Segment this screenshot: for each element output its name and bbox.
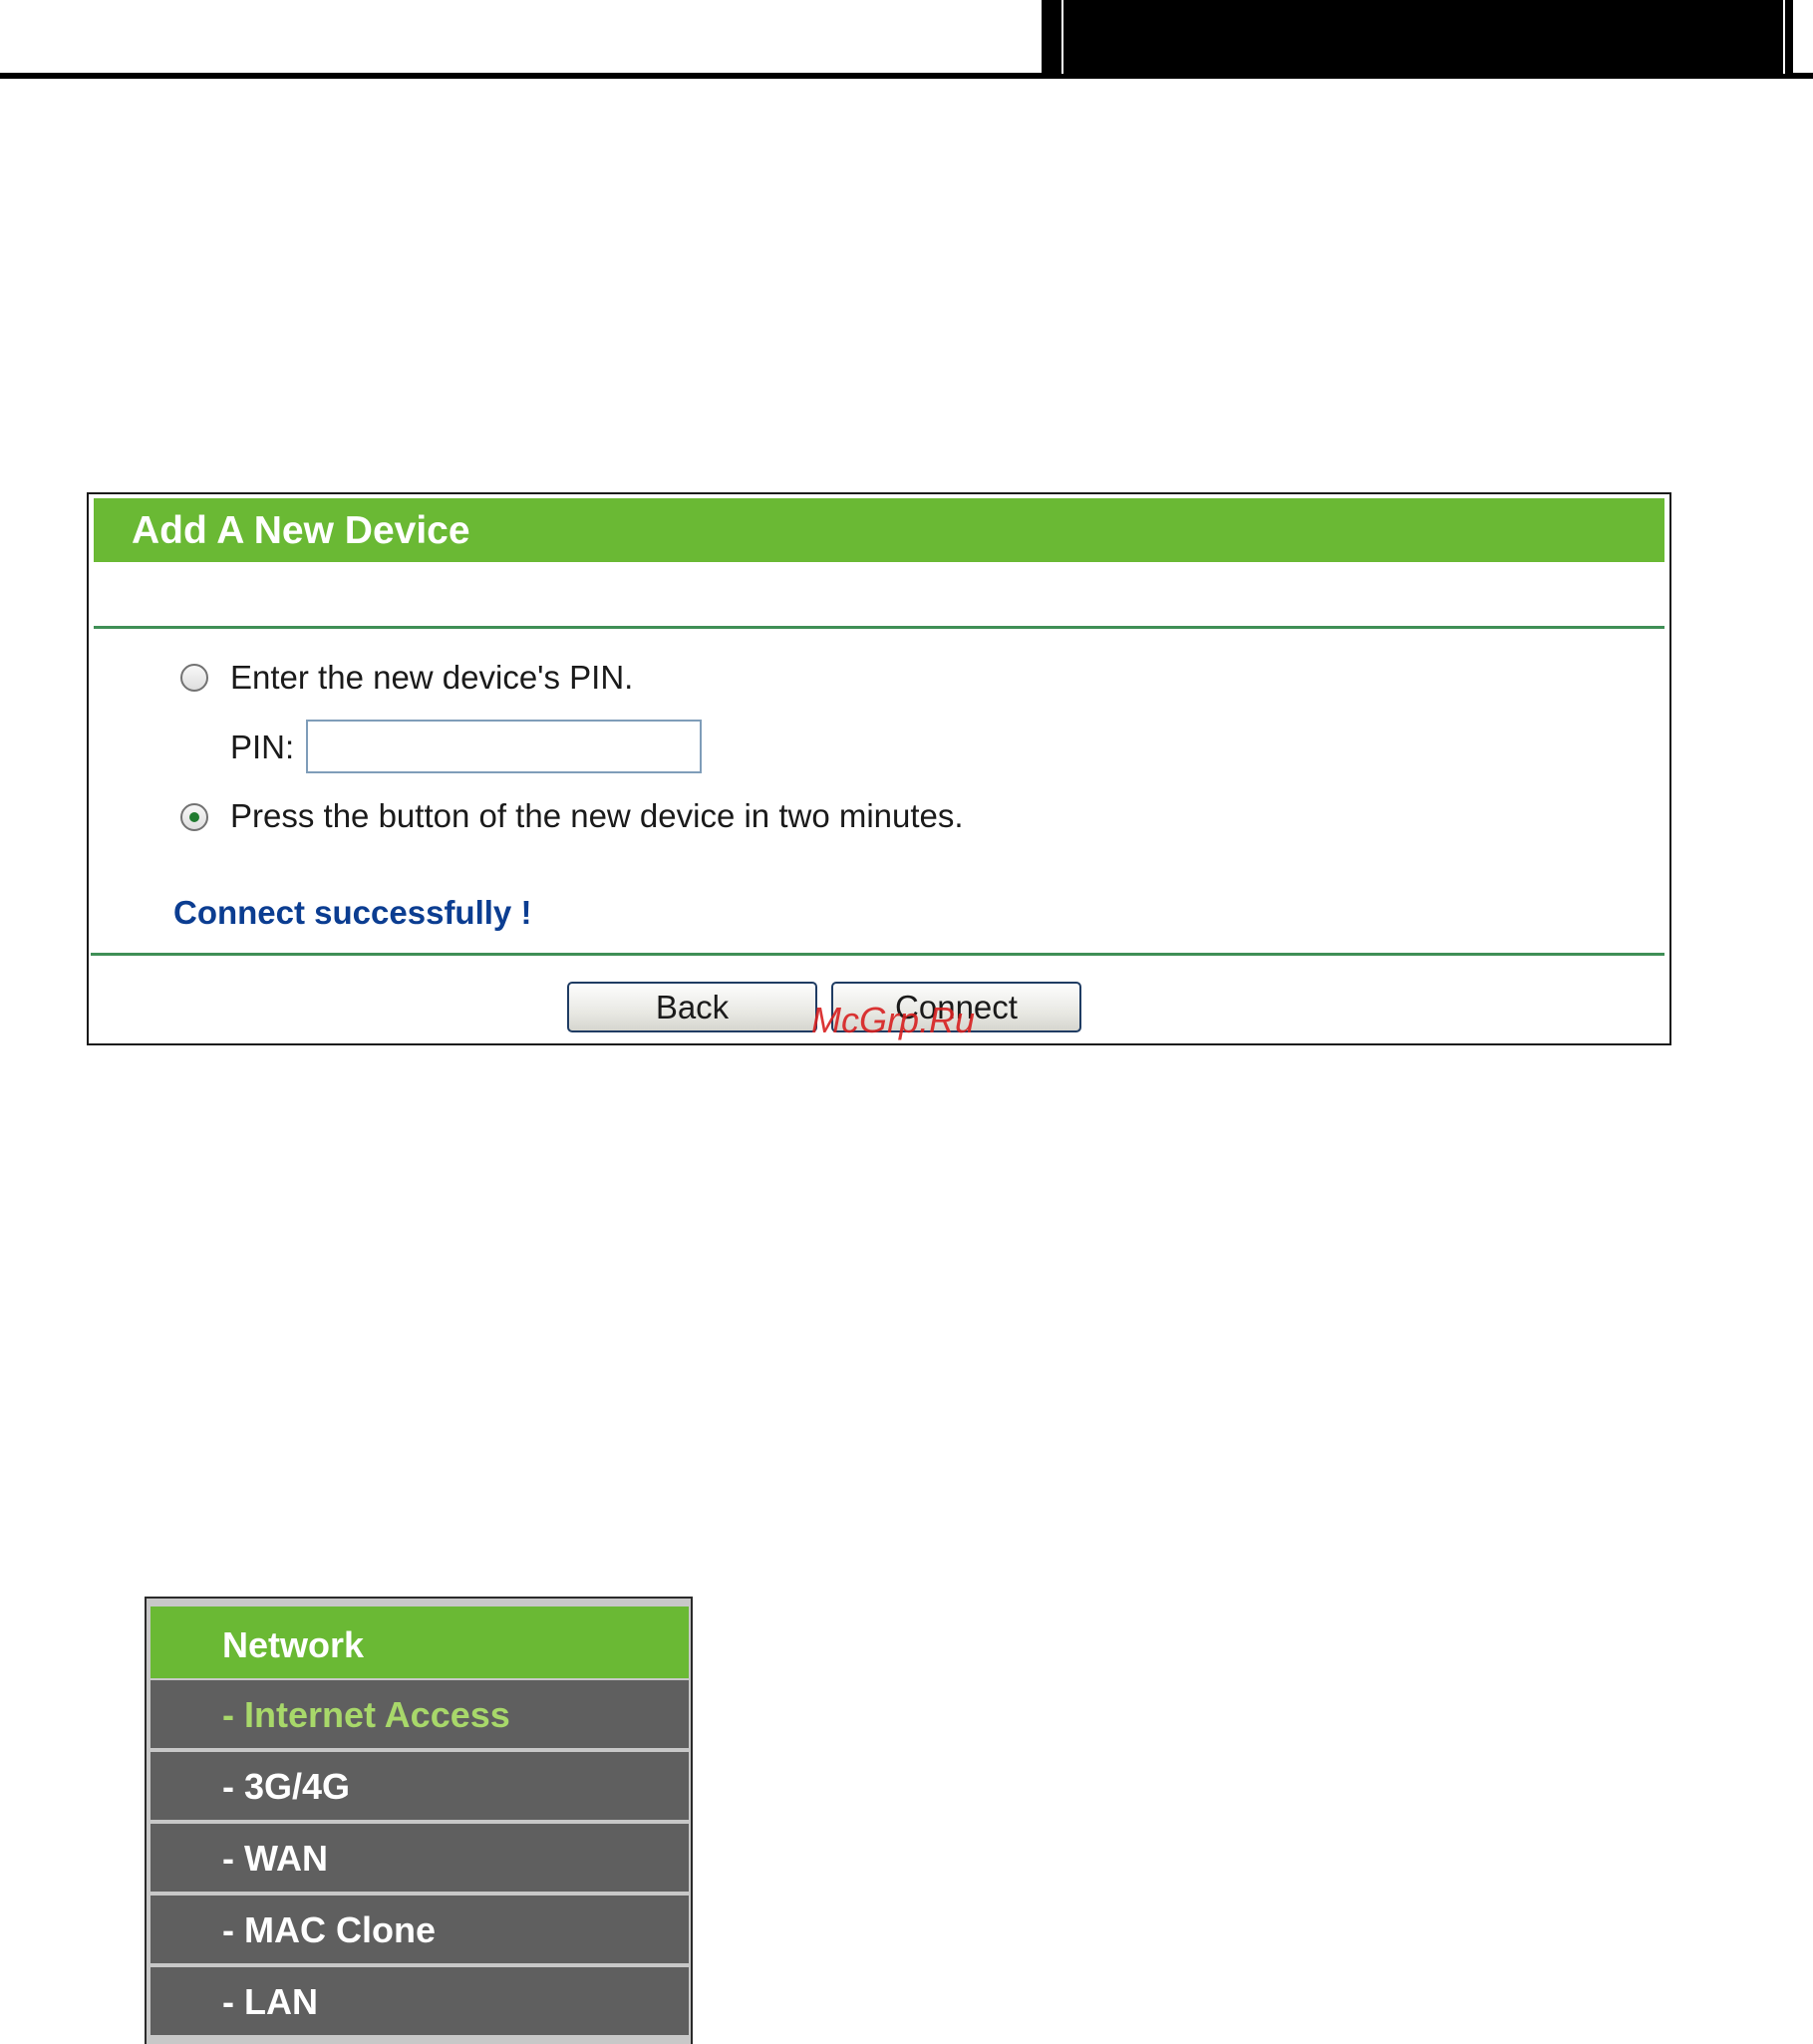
pin-option-radio[interactable] — [180, 664, 208, 692]
connection-status-message: Connect successfully ! — [173, 894, 532, 931]
panel-title: Add A New Device — [132, 509, 470, 552]
menu-item-lan[interactable]: - LAN — [151, 1967, 689, 2035]
panel-title-bar: Add A New Device — [94, 498, 1664, 562]
menu-item-mac-clone[interactable]: - MAC Clone — [151, 1896, 689, 1963]
network-menu: Network - Internet Access - 3G/4G - WAN … — [145, 1597, 693, 2044]
press-button-option-radio[interactable] — [180, 803, 208, 831]
menu-item-label: - MAC Clone — [222, 1909, 436, 1950]
connect-button[interactable]: Connect — [831, 982, 1081, 1032]
menu-item-internet-access[interactable]: - Internet Access — [151, 1680, 689, 1748]
menu-item-label: - Internet Access — [222, 1694, 510, 1735]
add-device-panel: Add A New Device Enter the new device's … — [87, 492, 1671, 1045]
menu-item-3g-4g[interactable]: - 3G/4G — [151, 1752, 689, 1820]
back-button[interactable]: Back — [567, 982, 817, 1032]
menu-item-label: - 3G/4G — [222, 1766, 351, 1807]
menu-item-wan[interactable]: - WAN — [151, 1824, 689, 1892]
menu-item-label: Network — [222, 1624, 365, 1665]
divider-bottom — [91, 953, 1664, 956]
menu-item-label: - WAN — [222, 1838, 328, 1879]
menu-item-label: - LAN — [222, 1981, 318, 2022]
divider-top — [94, 626, 1664, 629]
pin-input[interactable] — [306, 720, 702, 773]
press-button-option-label: Press the button of the new device in tw… — [230, 797, 964, 834]
pin-option-label: Enter the new device's PIN. — [230, 659, 634, 696]
document-header-block — [1042, 0, 1793, 78]
pin-field-label: PIN: — [230, 729, 295, 765]
menu-item-network[interactable]: Network — [151, 1606, 689, 1678]
